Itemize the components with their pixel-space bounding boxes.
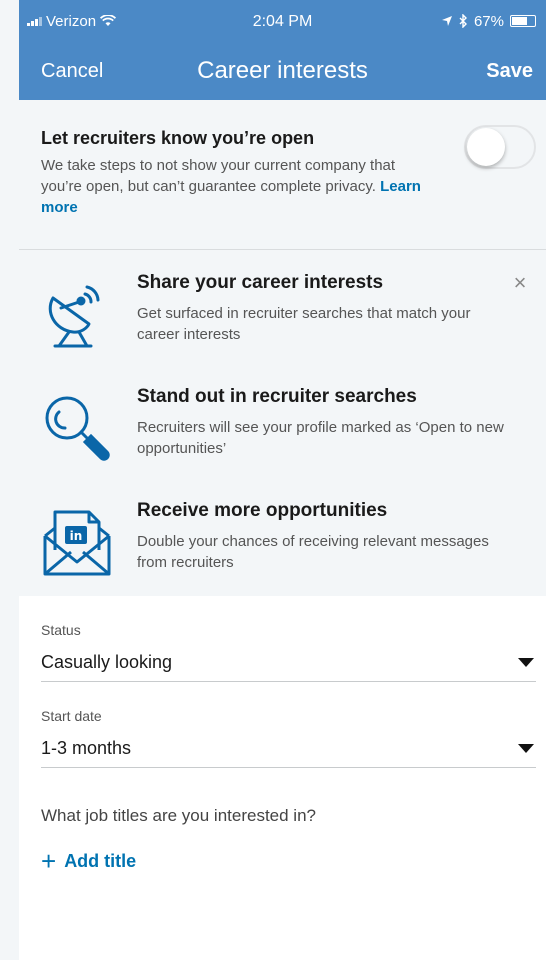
plus-icon: + [41, 846, 57, 876]
benefit-title: Receive more opportunities [137, 500, 388, 521]
benefit-title: Stand out in recruiter searches [137, 386, 417, 407]
career-interests-form: Status Casually looking Start date 1-3 m… [19, 596, 546, 875]
cancel-button[interactable]: Cancel [41, 60, 103, 83]
benefit-item: in Receive more opportunities Double you… [19, 498, 546, 612]
job-titles-question: What job titles are you interested in? [41, 806, 316, 825]
magnifier-icon [45, 396, 110, 461]
start-date-value: 1-3 months [41, 738, 132, 758]
satellite-dish-icon [48, 285, 100, 348]
toggle-knob [467, 128, 505, 166]
status-value: Casually looking [41, 652, 173, 672]
svg-text:in: in [70, 529, 83, 543]
start-date-label: Start date [41, 708, 102, 724]
clock: 2:04 PM [252, 13, 313, 30]
status-select[interactable]: Casually looking [41, 650, 536, 682]
add-title-button[interactable]: + Add title [41, 848, 136, 874]
benefit-item: Share your career interests Get surfaced… [19, 270, 546, 384]
save-button[interactable]: Save [486, 60, 533, 83]
nav-bar: Cancel Career interests Save [19, 42, 546, 100]
benefit-description: Double your chances of receiving relevan… [137, 533, 489, 571]
battery-icon [510, 15, 536, 27]
open-to-recruiters-description: We take steps to not show your current c… [41, 155, 431, 218]
status-bar: Verizon 2:04 PM 67% [19, 0, 546, 42]
open-to-recruiters-toggle[interactable] [464, 125, 536, 169]
benefit-description: Recruiters will see your profile marked … [137, 419, 504, 457]
header: Verizon 2:04 PM 67% Cancel Career intere… [19, 0, 546, 100]
benefit-description: Get surfaced in recruiter searches that … [137, 305, 471, 343]
benefit-item: Stand out in recruiter searches Recruite… [19, 384, 546, 498]
privacy-text: We take steps to not show your current c… [41, 157, 396, 195]
start-date-field: Start date 1-3 months [41, 682, 536, 768]
start-date-select[interactable]: 1-3 months [41, 736, 536, 768]
caret-down-icon [518, 658, 534, 667]
caret-down-icon [518, 744, 534, 753]
linkedin-envelope-icon: in [43, 510, 111, 576]
open-to-recruiters-title: Let recruiters know you’re open [41, 128, 315, 148]
career-interests-screen: Verizon 2:04 PM 67% Cancel Career intere… [19, 0, 546, 960]
benefit-title: Share your career interests [137, 272, 384, 293]
benefits-panel: × Share your career interests Get surfac… [19, 250, 546, 596]
status-label: Status [41, 622, 81, 638]
add-title-label: Add title [64, 850, 137, 871]
open-to-recruiters-section: Let recruiters know you’re open We take … [19, 100, 546, 250]
